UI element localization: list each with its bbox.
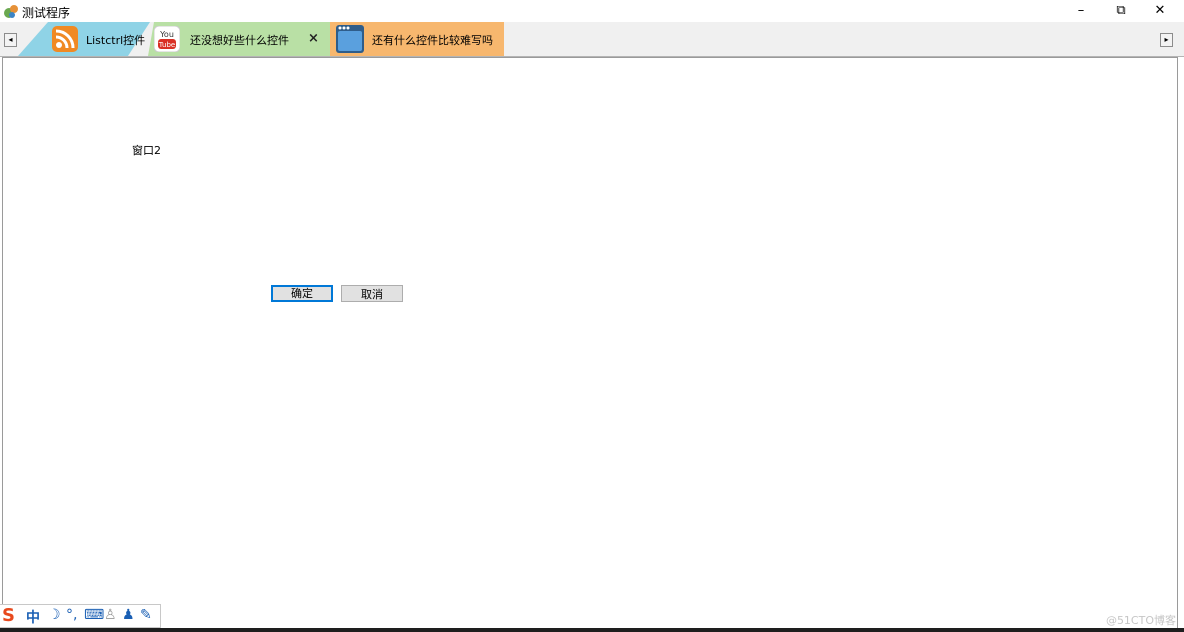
tab-close-icon[interactable]: × xyxy=(308,31,319,46)
ime-logo[interactable]: S xyxy=(2,605,15,626)
svg-text:You: You xyxy=(159,30,174,39)
tab-hard-control[interactable]: 还有什么控件比较难写吗 xyxy=(330,22,504,56)
tab-bar: ◂ Listctrl控件 You Tube 还没想好些什么控件 × 还有什么控件… xyxy=(0,22,1184,57)
tab-label: 还没想好些什么控件 xyxy=(190,34,289,47)
restore-button[interactable]: ⧉ xyxy=(1101,0,1141,22)
tab-content-panel xyxy=(2,57,1178,629)
moon-icon[interactable]: ☽ xyxy=(48,607,61,623)
keyboard-icon[interactable]: ⌨ xyxy=(84,607,104,623)
ok-button[interactable]: 确定 xyxy=(271,285,333,302)
youtube-icon: You Tube xyxy=(154,26,180,52)
ime-toolbar: S 中 ☽ °, ⌨ ♙ ♟ ✎ xyxy=(0,604,161,628)
minimize-button[interactable]: – xyxy=(1061,0,1101,22)
app-window-icon xyxy=(336,25,364,53)
svg-text:Tube: Tube xyxy=(158,41,175,49)
close-button[interactable]: ✕ xyxy=(1140,0,1180,22)
app-icon xyxy=(4,5,18,18)
user-icon[interactable]: ♙ xyxy=(104,607,117,623)
title-bar: 测试程序 – ⧉ ✕ xyxy=(0,0,1184,22)
watermark: @51CTO博客 xyxy=(1105,614,1176,627)
taskbar-strip xyxy=(0,628,1184,632)
tab-label: Listctrl控件 xyxy=(86,34,146,47)
cancel-button[interactable]: 取消 xyxy=(341,285,403,302)
tab-scroll-right-button[interactable]: ▸ xyxy=(1160,33,1173,47)
shirt-icon[interactable]: ♟ xyxy=(122,607,135,623)
ime-mode-toggle[interactable]: 中 xyxy=(26,607,40,627)
tab-listctrl[interactable]: Listctrl控件 xyxy=(18,22,150,56)
tab-unsure-control[interactable]: You Tube 还没想好些什么控件 × xyxy=(148,22,330,56)
rss-icon xyxy=(52,26,78,52)
wrench-icon[interactable]: ✎ xyxy=(140,607,152,623)
punctuation-icon[interactable]: °, xyxy=(66,607,77,623)
tab-label: 还有什么控件比较难写吗 xyxy=(372,34,493,47)
window-label: 窗口2 xyxy=(132,144,161,157)
window-title: 测试程序 xyxy=(22,6,71,20)
tab-scroll-left-button[interactable]: ◂ xyxy=(4,33,17,47)
